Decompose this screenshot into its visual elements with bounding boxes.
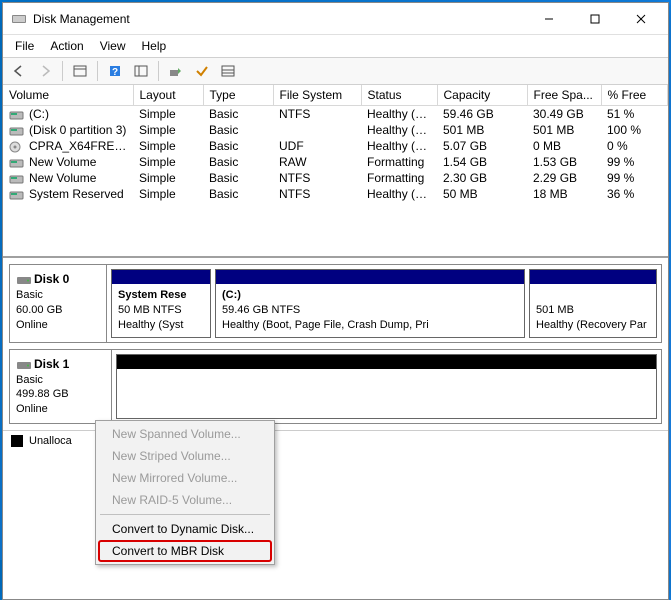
help-icon[interactable]: ? — [103, 60, 127, 82]
menu-new-striped: New Striped Volume... — [98, 445, 272, 467]
table-row[interactable]: CPRA_X64FRE_EN-...SimpleBasicUDFHealthy … — [3, 138, 668, 154]
legend-label: Unalloca — [29, 435, 72, 447]
list-icon[interactable] — [216, 60, 240, 82]
col-type[interactable]: Type — [203, 85, 273, 106]
table-row[interactable]: New VolumeSimpleBasicNTFSFormatting2.30 … — [3, 170, 668, 186]
volume-name: (C:) — [29, 107, 49, 121]
maximize-button[interactable] — [572, 3, 618, 35]
titlebar: Disk Management — [3, 3, 668, 35]
col-freespace[interactable]: Free Spa... — [527, 85, 601, 106]
close-button[interactable] — [618, 3, 664, 35]
table-row[interactable]: New VolumeSimpleBasicRAWFormatting1.54 G… — [3, 154, 668, 170]
toolbar: ? — [3, 57, 668, 85]
check-icon[interactable] — [190, 60, 214, 82]
col-filesystem[interactable]: File System — [273, 85, 361, 106]
table-row[interactable]: (Disk 0 partition 3)SimpleBasicHealthy (… — [3, 122, 668, 138]
col-capacity[interactable]: Capacity — [437, 85, 527, 106]
menu-new-mirrored: New Mirrored Volume... — [98, 467, 272, 489]
volume-name: System Reserved — [29, 187, 124, 201]
refresh-icon[interactable] — [164, 60, 188, 82]
column-headers[interactable]: Volume Layout Type File System Status Ca… — [3, 85, 668, 106]
table-row[interactable]: System ReservedSimpleBasicNTFSHealthy (S… — [3, 186, 668, 202]
menu-new-spanned: New Spanned Volume... — [98, 423, 272, 445]
disk1-unallocated[interactable] — [116, 354, 657, 420]
menu-action[interactable]: Action — [42, 37, 91, 55]
volume-name: New Volume — [29, 155, 96, 169]
disk-icon — [16, 357, 32, 373]
legend-swatch-unallocated — [11, 435, 23, 447]
disk0-row[interactable]: Disk 0 Basic 60.00 GB Online System Rese… — [9, 264, 662, 343]
forward-button[interactable] — [33, 60, 57, 82]
menu-convert-mbr[interactable]: Convert to MBR Disk — [98, 540, 272, 562]
col-status[interactable]: Status — [361, 85, 437, 106]
minimize-button[interactable] — [526, 3, 572, 35]
disk1-info: Disk 1 Basic 499.88 GB Online — [10, 350, 112, 424]
svg-text:?: ? — [112, 67, 118, 78]
menu-help[interactable]: Help — [134, 37, 175, 55]
col-volume[interactable]: Volume — [3, 85, 133, 106]
col-pctfree[interactable]: % Free — [601, 85, 668, 106]
partition[interactable]: System Rese50 MB NTFSHealthy (Syst — [111, 269, 211, 338]
menu-convert-dynamic[interactable]: Convert to Dynamic Disk... — [98, 518, 272, 540]
drive-icon — [9, 173, 25, 185]
window-title: Disk Management — [33, 12, 526, 26]
disk0-info: Disk 0 Basic 60.00 GB Online — [10, 265, 107, 342]
disk-graphical-view: Disk 0 Basic 60.00 GB Online System Rese… — [3, 257, 668, 430]
col-layout[interactable]: Layout — [133, 85, 203, 106]
settings-icon[interactable] — [129, 60, 153, 82]
app-icon — [11, 11, 27, 27]
partition[interactable]: 501 MBHealthy (Recovery Par — [529, 269, 657, 338]
volume-name: (Disk 0 partition 3) — [29, 123, 126, 137]
back-button[interactable] — [7, 60, 31, 82]
menu-new-raid5: New RAID-5 Volume... — [98, 489, 272, 511]
drive-icon — [9, 109, 25, 121]
table-row[interactable]: (C:)SimpleBasicNTFSHealthy (B...59.46 GB… — [3, 106, 668, 122]
disk1-row[interactable]: Disk 1 Basic 499.88 GB Online — [9, 349, 662, 425]
disc-icon — [9, 141, 25, 153]
disk-icon — [16, 272, 32, 288]
menu-file[interactable]: File — [7, 37, 42, 55]
drive-icon — [9, 157, 25, 169]
partition[interactable]: (C:)59.46 GB NTFSHealthy (Boot, Page Fil… — [215, 269, 525, 338]
context-menu: New Spanned Volume... New Striped Volume… — [95, 420, 275, 565]
volume-name: CPRA_X64FRE_EN-... — [29, 139, 133, 153]
menu-view[interactable]: View — [92, 37, 134, 55]
drive-icon — [9, 125, 25, 137]
menubar: File Action View Help — [3, 35, 668, 57]
drive-icon — [9, 189, 25, 201]
view-icon[interactable] — [68, 60, 92, 82]
volume-name: New Volume — [29, 171, 96, 185]
volume-list: Volume Layout Type File System Status Ca… — [3, 85, 668, 257]
